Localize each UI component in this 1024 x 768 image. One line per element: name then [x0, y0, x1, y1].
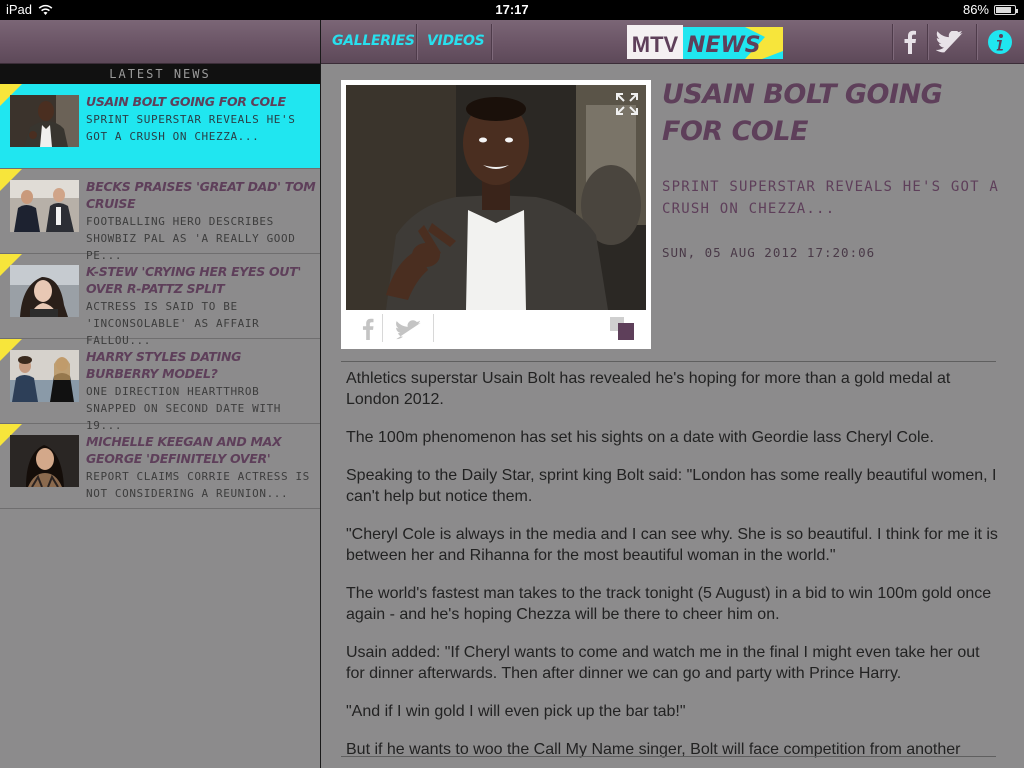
news-item-title: USAIN BOLT GOING FOR COLE	[86, 94, 286, 109]
news-item-summary: SPRINT SUPERSTAR REVEALS HE'S GOT A CRUS…	[86, 113, 296, 143]
article-subtitle: SPRINT SUPERSTAR REVEALS HE'S GOT A CRUS…	[662, 179, 1000, 217]
latest-news-header: LATEST NEWS	[0, 64, 320, 84]
news-thumbnail	[10, 435, 79, 487]
news-item[interactable]: USAIN BOLT GOING FOR COLE SPRINT SUPERSTA…	[0, 84, 320, 169]
sidebar-toolbar	[0, 20, 320, 64]
logo-news-text: NEWS	[687, 33, 761, 58]
nav-separator	[892, 24, 894, 60]
news-item-summary: REPORT CLAIMS CORRIE ACTRESS IS NOT CONS…	[86, 470, 310, 500]
article-title: USAIN BOLT GOING FOR COLE	[662, 79, 943, 147]
nav-separator	[927, 24, 929, 60]
photo-twitter-icon[interactable]	[396, 320, 422, 340]
status-bar: iPad 17:17 86%	[0, 0, 1024, 20]
twitter-icon	[936, 30, 963, 52]
logo-mtv-text: MTV	[632, 32, 679, 57]
facebook-share-button[interactable]	[895, 20, 925, 63]
article-paragraph: "And if I win gold I will even pick up t…	[346, 703, 686, 720]
share-separator	[382, 314, 383, 342]
battery-percent: 86%	[962, 2, 989, 17]
info-button[interactable]	[983, 20, 1017, 63]
usain-bolt-photo	[346, 85, 646, 310]
nav-videos[interactable]: VIDEOS	[427, 20, 485, 63]
news-item[interactable]: BECKS PRAISES 'GREAT DAD' TOM CRUISE FOOT…	[0, 169, 320, 262]
news-item-title: MICHELLE KEEGAN AND MAX GEORGE 'DEFINITE…	[86, 434, 282, 466]
article-paragraph: Speaking to the Daily Star, sprint king …	[346, 467, 997, 505]
news-thumbnail	[10, 350, 79, 402]
photo-card	[341, 80, 651, 349]
sidebar: LATEST NEWS USAIN BOLT GOING FOR COLE SPR…	[0, 20, 320, 768]
nav-separator	[416, 24, 418, 60]
nav-separator	[491, 24, 493, 60]
status-time: 17:17	[495, 2, 529, 17]
info-icon	[988, 29, 1012, 54]
nav-separator	[976, 24, 978, 60]
news-item[interactable]: HARRY STYLES DATING BURBERRY MODEL? ONE D…	[0, 339, 320, 432]
article-paragraph: The world's fastest man takes to the tra…	[346, 585, 992, 623]
status-right: 86%	[962, 2, 1018, 17]
news-item-title: K-STEW 'CRYING HER EYES OUT' OVER R-PATT…	[86, 264, 301, 296]
news-item[interactable]: K-STEW 'CRYING HER EYES OUT' OVER R-PATT…	[0, 254, 320, 347]
article-paragraph: Athletics superstar Usain Bolt has revea…	[346, 370, 951, 408]
news-list: USAIN BOLT GOING FOR COLE SPRINT SUPERSTA…	[0, 84, 320, 509]
news-item-title: HARRY STYLES DATING BURBERRY MODEL?	[86, 349, 242, 381]
article-divider	[341, 361, 996, 362]
article-photo[interactable]	[346, 85, 646, 310]
news-thumbnail	[10, 265, 79, 317]
article-bottom-divider	[341, 756, 996, 757]
article-paragraph: The 100m phenomenon has set his sights o…	[346, 429, 934, 446]
article-paragraph: Usain added: "If Cheryl wants to come an…	[346, 644, 980, 682]
nav-galleries[interactable]: GALLERIES	[332, 20, 415, 63]
share-separator	[433, 314, 434, 342]
expand-icon[interactable]	[614, 91, 640, 117]
news-item-title: BECKS PRAISES 'GREAT DAD' TOM CRUISE	[86, 179, 316, 211]
article-paragraph: "Cheryl Cole is always in the media and …	[346, 526, 998, 564]
facebook-icon	[904, 30, 916, 54]
battery-icon	[994, 4, 1018, 15]
article-date: SUN, 05 AUG 2012 17:20:06	[662, 245, 876, 260]
photo-facebook-icon[interactable]	[361, 318, 375, 340]
photo-size-toggle-icon[interactable]	[608, 315, 636, 343]
news-thumbnail	[10, 180, 79, 232]
article-body[interactable]: Athletics superstar Usain Bolt has revea…	[346, 368, 1001, 768]
twitter-share-button[interactable]	[930, 20, 970, 63]
news-thumbnail	[10, 95, 79, 147]
main-header: GALLERIES VIDEOS MTV NEWS	[321, 20, 1024, 64]
mtv-news-logo: MTV NEWS	[627, 25, 783, 59]
photo-share-bar	[346, 312, 646, 344]
article-view: USAIN BOLT GOING FOR COLE SPRINT SUPERST…	[321, 64, 1024, 768]
news-item[interactable]: MICHELLE KEEGAN AND MAX GEORGE 'DEFINITE…	[0, 424, 320, 509]
